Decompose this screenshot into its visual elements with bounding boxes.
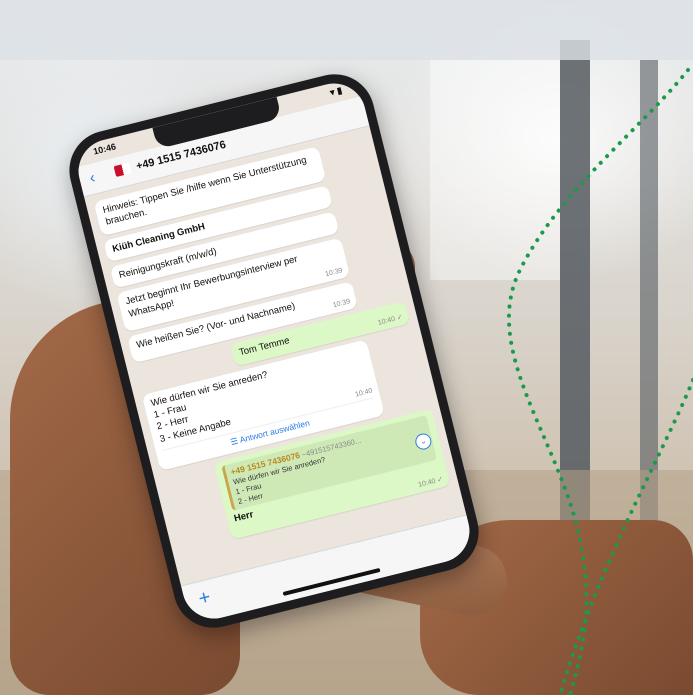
background-photo: 10:46 ▾ ▮ ‹ +49 1515 7436076 Hinweis: Ti… [0,0,693,695]
dotted-curve-decoration [507,68,693,695]
